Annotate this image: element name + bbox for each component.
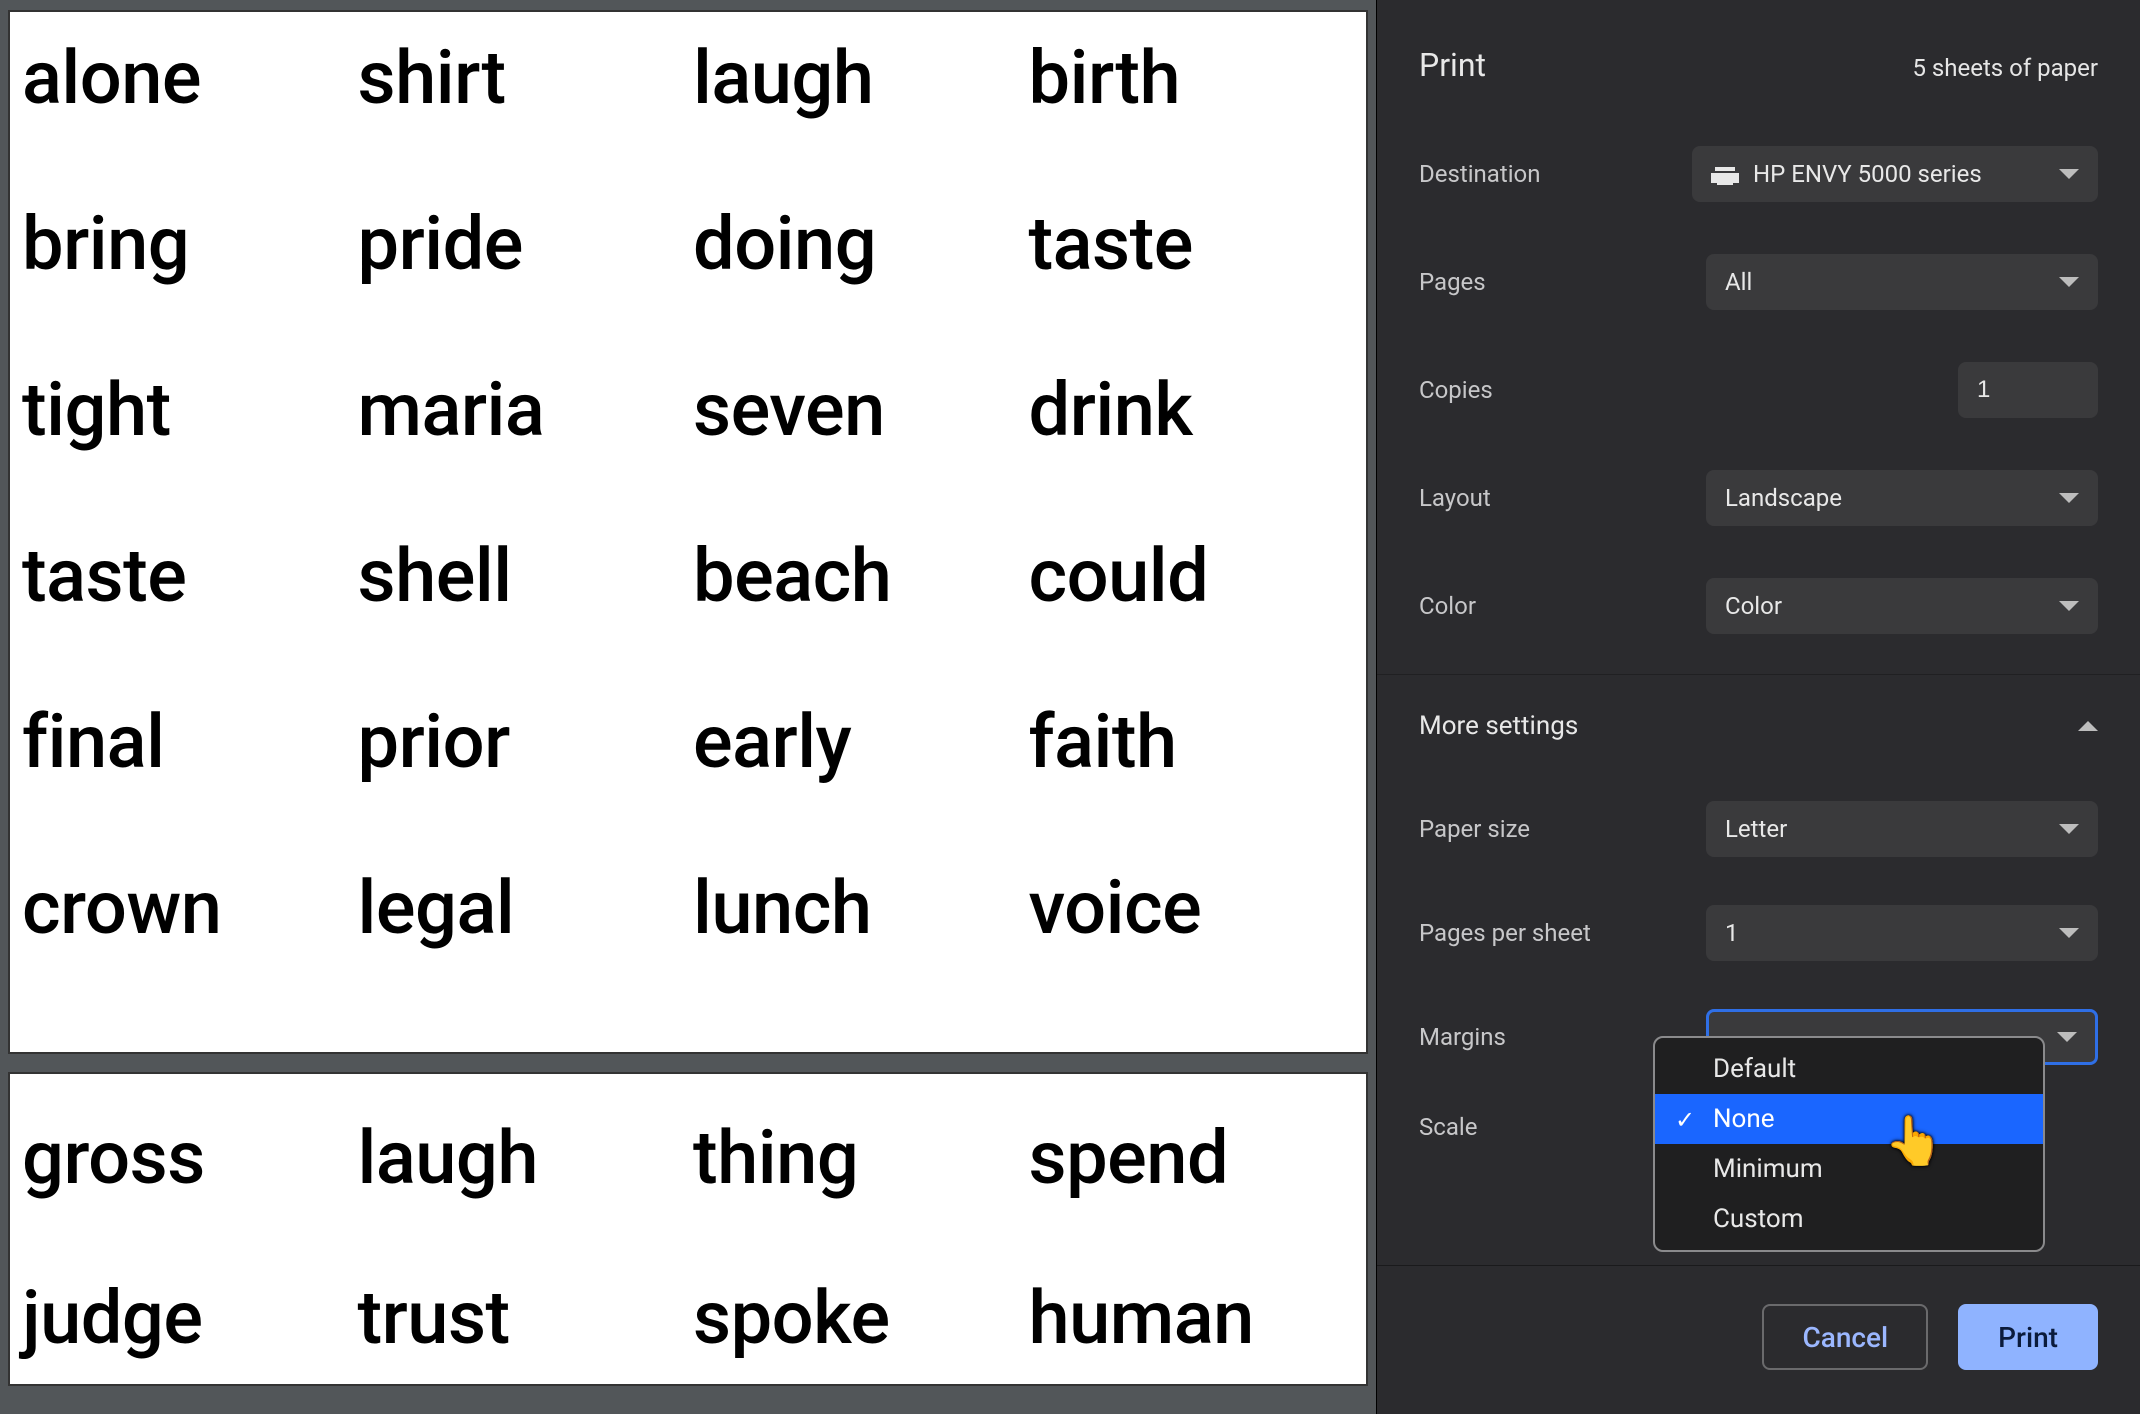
caret-down-icon [2059, 824, 2079, 834]
preview-word: gross [22, 1122, 348, 1196]
copies-field[interactable] [1977, 376, 2079, 404]
preview-word: bring [22, 208, 348, 282]
preview-word: voice [1029, 872, 1355, 946]
preview-word: thing [693, 1122, 1019, 1196]
paper-size-select[interactable]: Letter [1706, 801, 2098, 857]
margins-option-none[interactable]: None [1655, 1094, 2043, 1144]
preview-word: doing [693, 208, 1019, 282]
pages-per-sheet-label: Pages per sheet [1419, 919, 1591, 947]
panel-title: Print [1419, 46, 1486, 84]
color-label: Color [1419, 592, 1476, 620]
preview-word: final [22, 706, 348, 780]
margins-option-custom[interactable]: Custom [1655, 1194, 2043, 1244]
cancel-button[interactable]: Cancel [1762, 1304, 1928, 1370]
copies-label: Copies [1419, 376, 1493, 404]
preview-word: birth [1029, 42, 1355, 116]
more-settings-toggle[interactable]: More settings [1377, 681, 2140, 777]
preview-word: spend [1029, 1122, 1355, 1196]
margins-option-default[interactable]: Default [1655, 1044, 2043, 1094]
preview-word: alone [22, 42, 348, 116]
caret-down-icon [2059, 493, 2079, 503]
margins-dropdown: DefaultNoneMinimumCustom [1653, 1036, 2045, 1252]
margins-label: Margins [1419, 1023, 1506, 1051]
pages-label: Pages [1419, 268, 1486, 296]
preview-page-2: grosslaughthingspend judgetrustspokehuman [8, 1072, 1368, 1386]
layout-select[interactable]: Landscape [1706, 470, 2098, 526]
print-preview-area: aloneshirtlaughbirthbringpridedoingtaste… [0, 0, 1376, 1414]
preview-word: human [1029, 1282, 1355, 1356]
preview-word: laugh [693, 42, 1019, 116]
caret-down-icon [2059, 169, 2079, 179]
preview-word: crown [22, 872, 348, 946]
print-panel: Print 5 sheets of paper Destination HP E… [1376, 0, 2140, 1414]
destination-value: HP ENVY 5000 series [1753, 160, 2059, 188]
preview-word: taste [22, 540, 348, 614]
color-select[interactable]: Color [1706, 578, 2098, 634]
preview-word: legal [358, 872, 684, 946]
preview-word: lunch [693, 872, 1019, 946]
caret-down-icon [2057, 1032, 2077, 1042]
preview-word: judge [22, 1282, 348, 1356]
layout-label: Layout [1419, 484, 1491, 512]
margins-option-minimum[interactable]: Minimum [1655, 1144, 2043, 1194]
caret-down-icon [2059, 928, 2079, 938]
caret-down-icon [2059, 277, 2079, 287]
pages-select[interactable]: All [1706, 254, 2098, 310]
preview-page-1: aloneshirtlaughbirthbringpridedoingtaste… [8, 10, 1368, 1054]
caret-down-icon [2059, 601, 2079, 611]
preview-word: taste [1029, 208, 1355, 282]
preview-word: trust [358, 1282, 684, 1356]
preview-word: prior [358, 706, 684, 780]
preview-word: tight [22, 374, 348, 448]
preview-word: drink [1029, 374, 1355, 448]
pages-value: All [1725, 268, 1752, 296]
preview-word: early [693, 706, 1019, 780]
preview-word: shell [358, 540, 684, 614]
preview-word: could [1029, 540, 1355, 614]
pages-per-sheet-value: 1 [1725, 919, 1739, 947]
pages-per-sheet-select[interactable]: 1 [1706, 905, 2098, 961]
printer-icon [1711, 163, 1739, 185]
preview-word: spoke [693, 1282, 1019, 1356]
layout-value: Landscape [1725, 484, 1842, 512]
scale-label: Scale [1419, 1113, 1477, 1141]
paper-size-value: Letter [1725, 815, 1787, 843]
copies-input[interactable] [1958, 362, 2098, 418]
preview-word: maria [358, 374, 684, 448]
caret-up-icon [2078, 721, 2098, 731]
preview-word: shirt [358, 42, 684, 116]
paper-size-label: Paper size [1419, 815, 1530, 843]
preview-word: seven [693, 374, 1019, 448]
print-button[interactable]: Print [1958, 1304, 2098, 1370]
color-value: Color [1725, 592, 1782, 620]
destination-label: Destination [1419, 160, 1541, 188]
sheet-count: 5 sheets of paper [1912, 54, 2098, 82]
destination-select[interactable]: HP ENVY 5000 series [1692, 146, 2098, 202]
preview-word: laugh [358, 1122, 684, 1196]
preview-word: faith [1029, 706, 1355, 780]
preview-word: pride [358, 208, 684, 282]
preview-word: beach [693, 540, 1019, 614]
more-settings-label: More settings [1419, 711, 1578, 741]
